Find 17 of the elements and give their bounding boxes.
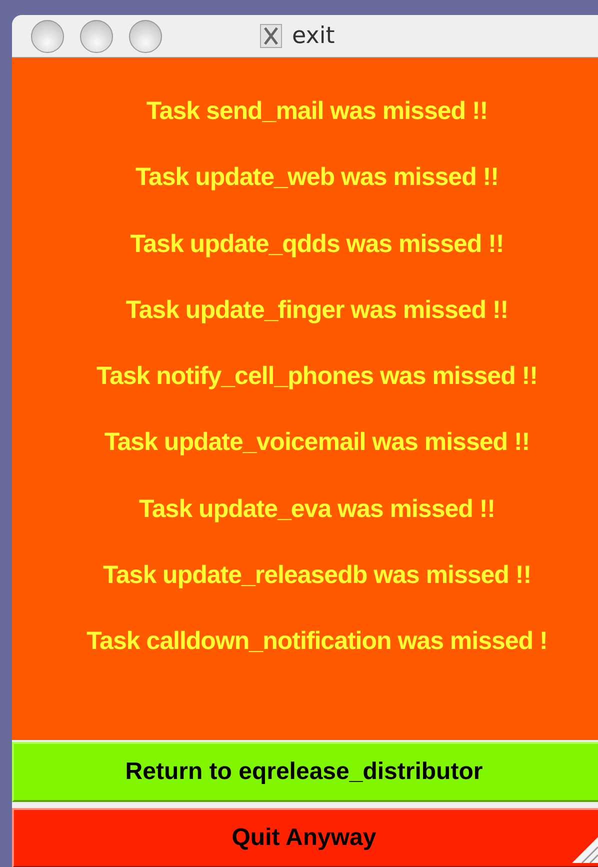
return-button[interactable]: Return to eqrelease_distributor (12, 742, 598, 802)
missed-task-message: Task update_qdds was missed !! (129, 228, 505, 260)
window-title: exit (292, 23, 335, 49)
missed-task-message: Task update_eva was missed !! (138, 494, 496, 525)
missed-task-message: Task notify_cell_phones was missed !! (96, 361, 538, 392)
missed-task-message: Task update_releasedb was missed !! (102, 560, 532, 592)
window-control-icon[interactable] (129, 20, 162, 52)
missed-task-message: Task update_web was missed !! (134, 162, 500, 194)
window-control-icon[interactable] (31, 20, 64, 52)
missed-task-message: Task update_finger was missed !! (124, 294, 510, 326)
missed-task-message: Task send_mail was missed !! (145, 96, 489, 127)
resize-grip-icon[interactable] (572, 837, 598, 863)
quit-button[interactable]: Quit Anyway (12, 808, 598, 867)
window-control-icon[interactable] (80, 20, 113, 52)
missed-task-message: Task update_voicemail was missed !! (103, 427, 531, 458)
missed-task-message: Task calldown_notification was missed ! (86, 626, 548, 658)
x-window-icon (260, 24, 282, 48)
